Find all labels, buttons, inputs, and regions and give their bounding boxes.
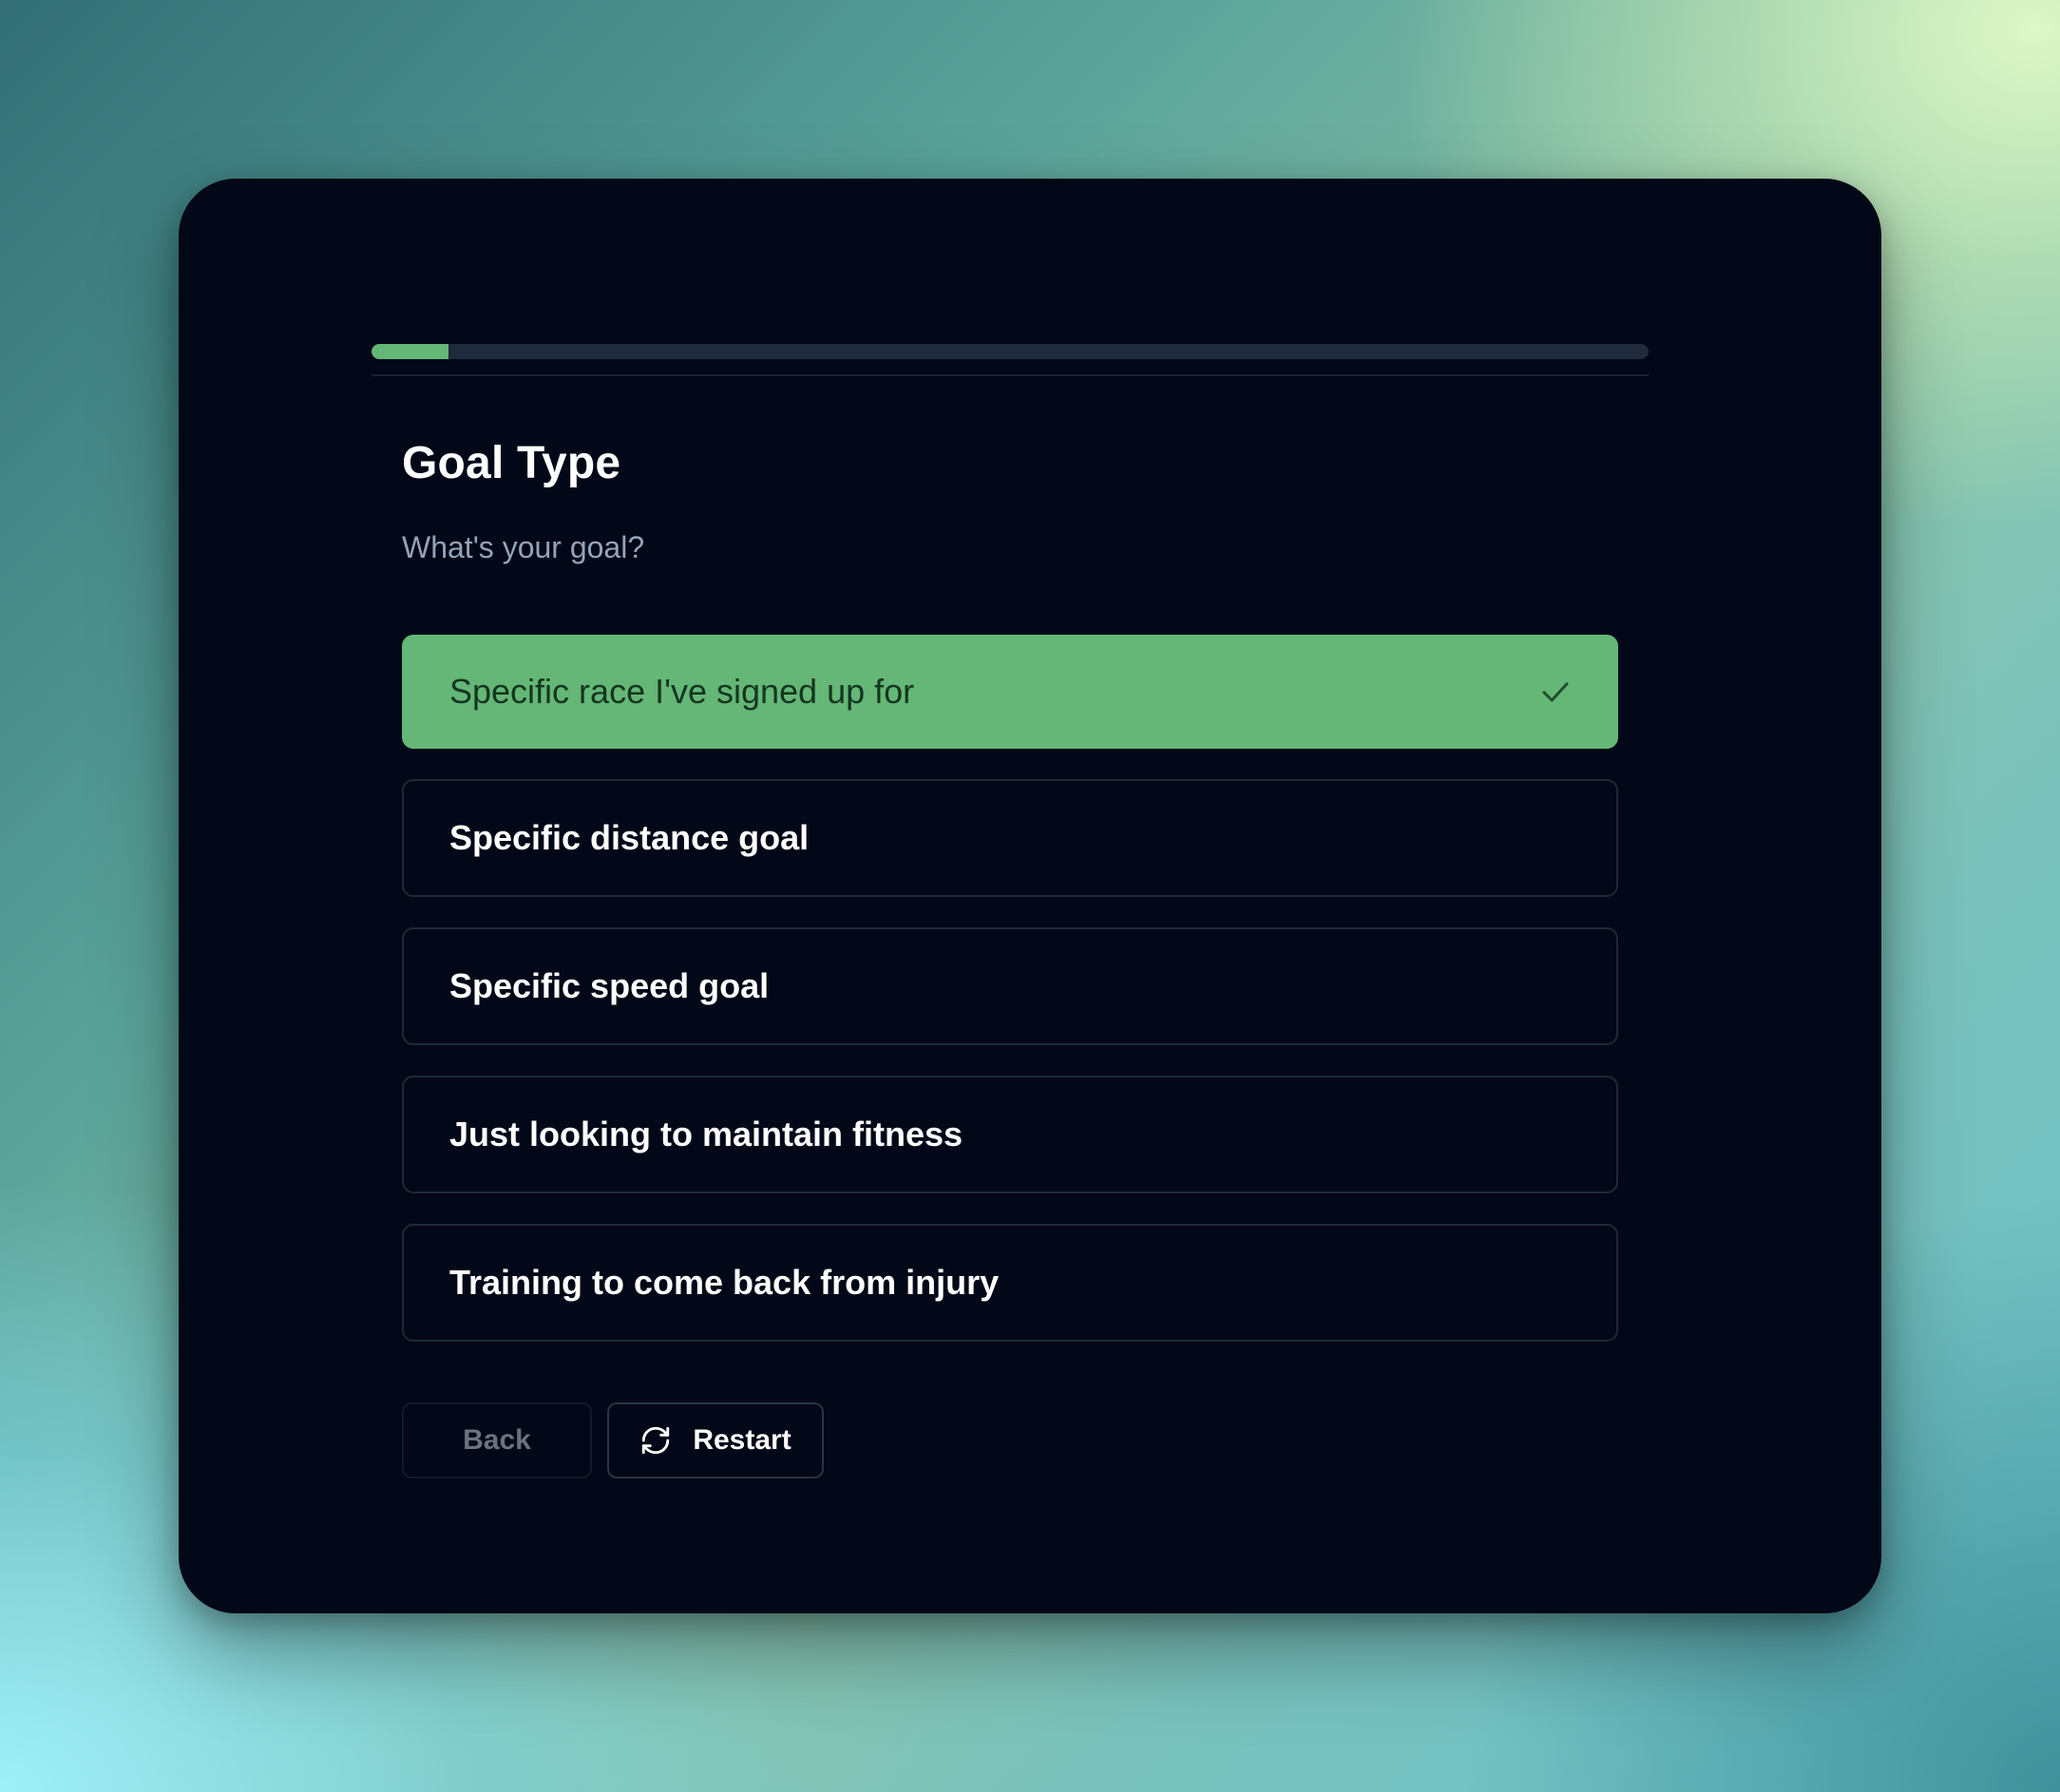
option-label: Specific race I've signed up for	[449, 672, 915, 711]
option-label: Specific distance goal	[449, 818, 810, 857]
option-maintain-fitness[interactable]: Just looking to maintain fitness	[402, 1076, 1618, 1193]
option-specific-speed[interactable]: Specific speed goal	[402, 927, 1618, 1045]
progress-bar-fill	[372, 344, 448, 359]
back-button[interactable]: Back	[402, 1402, 592, 1478]
refresh-icon	[642, 1426, 670, 1455]
goal-options-list: Specific race I've signed up for Specifi…	[402, 635, 1618, 1372]
wizard-actions: Back Restart	[402, 1402, 824, 1478]
header-divider	[372, 374, 1649, 376]
option-injury-recovery[interactable]: Training to come back from injury	[402, 1224, 1618, 1342]
option-specific-distance[interactable]: Specific distance goal	[402, 779, 1618, 897]
option-label: Just looking to maintain fitness	[449, 1115, 963, 1153]
restart-button[interactable]: Restart	[607, 1402, 824, 1478]
step-question: What's your goal?	[402, 530, 645, 564]
restart-label: Restart	[693, 1424, 792, 1456]
wizard-card: Goal Type What's your goal? Specific rac…	[179, 179, 1881, 1613]
option-specific-race[interactable]: Specific race I've signed up for	[402, 635, 1618, 749]
option-label: Training to come back from injury	[449, 1263, 1000, 1302]
option-label: Specific speed goal	[449, 966, 770, 1005]
step-title: Goal Type	[402, 438, 621, 488]
progress-bar	[372, 344, 1649, 359]
check-icon	[1542, 682, 1569, 702]
